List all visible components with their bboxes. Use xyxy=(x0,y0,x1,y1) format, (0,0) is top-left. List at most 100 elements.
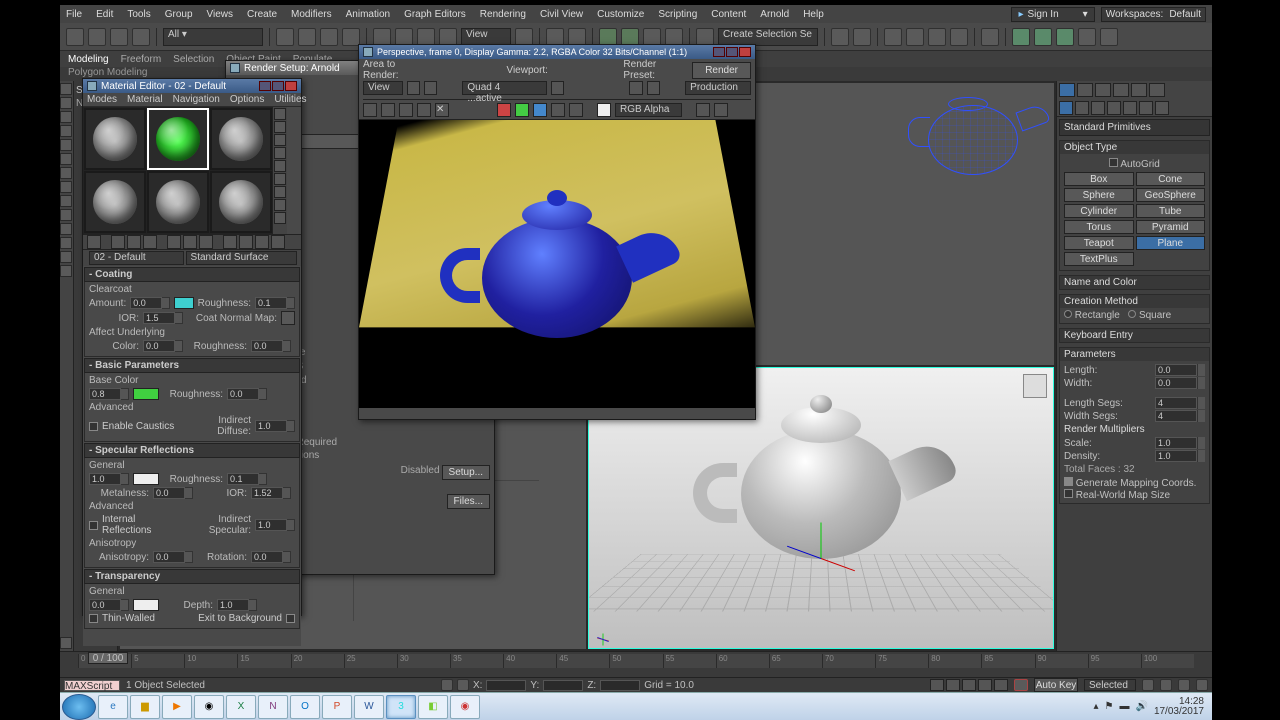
sample-5x3-icon[interactable] xyxy=(274,199,286,211)
sample-bg-icon[interactable] xyxy=(274,108,286,120)
maxscript-listener[interactable]: MAXScript Mi xyxy=(64,680,120,691)
render-icon[interactable] xyxy=(1056,28,1074,46)
named-sel-icon[interactable] xyxy=(696,28,714,46)
menu-animation[interactable]: Animation xyxy=(346,9,390,20)
tab-hierarchy-icon[interactable] xyxy=(1095,83,1111,97)
coat-affect-rough-input[interactable] xyxy=(251,340,283,352)
material-editor-icon[interactable] xyxy=(981,28,999,46)
autokey-button[interactable]: Auto Key xyxy=(1034,678,1078,692)
viewcube[interactable] xyxy=(1023,374,1047,398)
menu-grapheditors[interactable]: Graph Editors xyxy=(404,9,466,20)
se-filter-cam-icon[interactable] xyxy=(60,153,72,165)
excel-icon[interactable]: X xyxy=(226,695,256,719)
maximize-icon[interactable] xyxy=(272,81,284,91)
realworld-checkbox[interactable] xyxy=(1064,489,1073,498)
render-last-icon[interactable] xyxy=(1078,28,1096,46)
se-filter-xref-icon[interactable] xyxy=(60,223,72,235)
rotate-icon[interactable] xyxy=(395,28,413,46)
ie-icon[interactable]: e xyxy=(98,695,128,719)
isolate-icon[interactable] xyxy=(457,679,469,691)
coating-rollout-header[interactable]: - Coating xyxy=(84,267,300,282)
menu-edit[interactable]: Edit xyxy=(96,9,113,20)
y-input[interactable] xyxy=(543,680,583,691)
transparency-rollout-header[interactable]: - Transparency xyxy=(84,569,300,584)
z-input[interactable] xyxy=(600,680,640,691)
preset-icon[interactable] xyxy=(629,81,642,95)
cat-geometry-icon[interactable] xyxy=(1059,101,1073,115)
toggle-ui-icon[interactable] xyxy=(714,103,728,117)
save-image-icon[interactable] xyxy=(363,103,377,117)
restore-icon[interactable] xyxy=(726,47,738,57)
next-frame-icon[interactable] xyxy=(978,679,992,691)
clear-icon[interactable]: ✕ xyxy=(435,103,449,117)
se-more-icon[interactable] xyxy=(60,265,72,277)
coat-affect-color-input[interactable] xyxy=(143,340,175,352)
ribbon-freeform[interactable]: Freeform xyxy=(121,54,162,65)
named-selection-dropdown[interactable]: Create Selection Se xyxy=(718,28,818,46)
me-menu-modes[interactable]: Modes xyxy=(87,94,117,105)
rendered-frame-titlebar[interactable]: Perspective, frame 0, Display Gamma: 2.2… xyxy=(359,45,755,59)
channel-mono-icon[interactable] xyxy=(569,103,583,117)
coat-ior-input[interactable] xyxy=(143,312,175,324)
move-icon[interactable] xyxy=(373,28,391,46)
render-preset-icon[interactable] xyxy=(1100,28,1118,46)
menu-group[interactable]: Group xyxy=(165,9,193,20)
primitives-dropdown[interactable]: Standard Primitives xyxy=(1059,119,1210,136)
prim-cylinder[interactable]: Cylinder xyxy=(1064,204,1134,218)
render-target-dropdown[interactable]: Production xyxy=(685,81,751,95)
render-setup-icon[interactable] xyxy=(1012,28,1030,46)
se-filter-space-icon[interactable] xyxy=(60,181,72,193)
region-edit-icon[interactable] xyxy=(407,81,420,95)
me-menu-navigation[interactable]: Navigation xyxy=(173,94,220,105)
onenote-icon[interactable]: N xyxy=(258,695,288,719)
undo-icon[interactable] xyxy=(66,28,84,46)
cat-systems-icon[interactable] xyxy=(1155,101,1169,115)
sample-pattern-icon[interactable] xyxy=(274,134,286,146)
prim-torus[interactable]: Torus xyxy=(1064,220,1134,234)
channel-blue-icon[interactable] xyxy=(533,103,547,117)
show-map-icon[interactable] xyxy=(223,235,237,249)
nav-pan-icon[interactable] xyxy=(1142,679,1154,691)
se-filter-group-icon[interactable] xyxy=(60,209,72,221)
selection-filter[interactable]: All ▾ xyxy=(163,28,263,46)
se-filter-shape-icon[interactable] xyxy=(60,125,72,137)
tab-motion-icon[interactable] xyxy=(1113,83,1129,97)
tab-create-icon[interactable] xyxy=(1059,83,1075,97)
auto-region-icon[interactable] xyxy=(424,81,437,95)
channel-alpha-icon[interactable] xyxy=(551,103,565,117)
media-player-icon[interactable]: ▶ xyxy=(162,695,192,719)
put-to-scene-icon[interactable] xyxy=(143,235,157,249)
menu-help[interactable]: Help xyxy=(803,9,824,20)
base-weight-input[interactable] xyxy=(89,388,121,400)
assign-material-icon[interactable] xyxy=(111,235,125,249)
channel-red-icon[interactable] xyxy=(497,103,511,117)
thin-walled-checkbox[interactable] xyxy=(89,614,98,623)
cat-cameras-icon[interactable] xyxy=(1107,101,1121,115)
menu-content[interactable]: Content xyxy=(711,9,746,20)
genmap-checkbox[interactable] xyxy=(1064,477,1073,486)
sample-3x2-icon[interactable] xyxy=(274,186,286,198)
indirect-spec-input[interactable] xyxy=(255,519,287,531)
material-editor-window[interactable]: Material Editor - 02 - Default Modes Mat… xyxy=(82,78,302,616)
caustics-checkbox[interactable] xyxy=(89,422,98,431)
basic-rollout-header[interactable]: - Basic Parameters xyxy=(84,358,300,373)
indirect-diffuse-input[interactable] xyxy=(255,420,287,432)
put-to-library-icon[interactable] xyxy=(183,235,197,249)
pivot-icon[interactable] xyxy=(515,28,533,46)
select-region-icon[interactable] xyxy=(320,28,338,46)
cat-helpers-icon[interactable] xyxy=(1123,101,1137,115)
se-filter-light-icon[interactable] xyxy=(60,139,72,151)
bitmap-setup-button[interactable]: Setup... xyxy=(442,465,490,480)
length-input[interactable] xyxy=(1155,364,1197,376)
3dsmax-icon[interactable]: 3 xyxy=(386,695,416,719)
nav-orbit-icon[interactable] xyxy=(1178,679,1190,691)
menu-scripting[interactable]: Scripting xyxy=(658,9,697,20)
menu-tools[interactable]: Tools xyxy=(127,9,150,20)
prim-box[interactable]: Box xyxy=(1064,172,1134,186)
outlook-icon[interactable]: O xyxy=(290,695,320,719)
goto-start-icon[interactable] xyxy=(930,679,944,691)
menu-civilview[interactable]: Civil View xyxy=(540,9,583,20)
spec-ior-input[interactable] xyxy=(251,487,283,499)
material-slot-2[interactable] xyxy=(147,108,209,170)
width-spinner[interactable] xyxy=(1197,377,1205,389)
